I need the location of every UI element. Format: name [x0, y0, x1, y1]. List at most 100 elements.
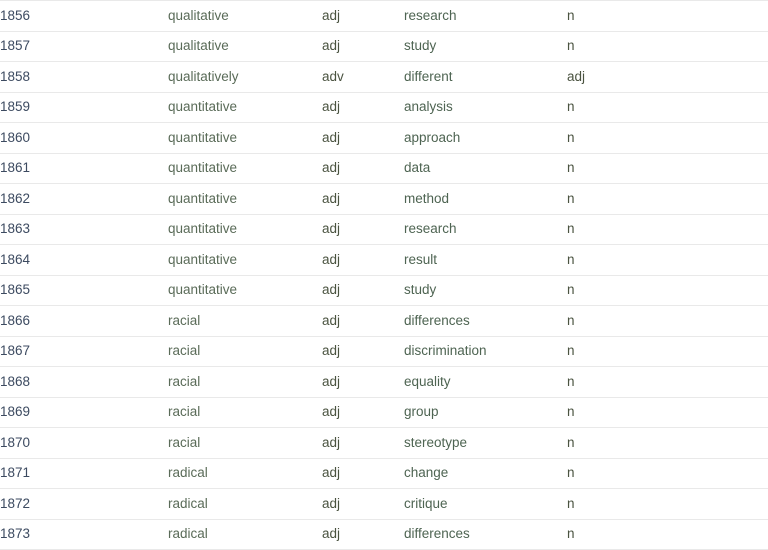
row-index: 1873	[0, 519, 168, 550]
collocate-word: differences	[404, 519, 567, 550]
collocate-word: method	[404, 183, 567, 215]
table-row[interactable]: 1859 quantitative adj analysis n	[0, 92, 768, 123]
collocate-pos: n	[567, 214, 768, 245]
table-row[interactable]: 1861 quantitative adj data n	[0, 153, 768, 184]
table-row[interactable]: 1871 radical adj change n	[0, 458, 768, 489]
collocate-pos: n	[567, 427, 768, 459]
node-pos: adj	[322, 397, 404, 428]
collocate-word: group	[404, 397, 567, 428]
node-word: radical	[168, 458, 322, 489]
node-word: quantitative	[168, 153, 322, 184]
collocate-pos: n	[567, 31, 768, 62]
collocate-word: differences	[404, 305, 567, 337]
collocate-word: study	[404, 275, 567, 306]
node-pos: adj	[322, 214, 404, 245]
collocate-pos: n	[567, 244, 768, 276]
row-index: 1859	[0, 92, 168, 123]
node-word: qualitative	[168, 31, 322, 62]
collocate-pos: n	[567, 366, 768, 398]
table-row[interactable]: 1864 quantitative adj result n	[0, 244, 768, 276]
node-pos: adj	[322, 92, 404, 123]
table-row[interactable]: 1860 quantitative adj approach n	[0, 122, 768, 154]
node-pos: adj	[322, 488, 404, 520]
node-pos: adj	[322, 31, 404, 62]
table-row[interactable]: 1858 qualitatively adv different adj	[0, 61, 768, 93]
node-pos: adj	[322, 366, 404, 398]
node-pos: adj	[322, 305, 404, 337]
row-index: 1864	[0, 244, 168, 276]
collocate-word: discrimination	[404, 336, 567, 367]
collocate-pos: n	[567, 397, 768, 428]
collocate-word: different	[404, 61, 567, 93]
collocate-pos: adj	[567, 61, 768, 93]
row-index: 1858	[0, 61, 168, 93]
table-row[interactable]: 1857 qualitative adj study n	[0, 31, 768, 62]
node-pos: adj	[322, 519, 404, 550]
collocate-pos: n	[567, 92, 768, 123]
node-pos: adj	[322, 275, 404, 306]
node-pos: adj	[322, 153, 404, 184]
table-row[interactable]: 1869 racial adj group n	[0, 397, 768, 428]
node-pos: adv	[322, 61, 404, 93]
collocate-pos: n	[567, 519, 768, 550]
collocate-pos: n	[567, 275, 768, 306]
table-row[interactable]: 1866 racial adj differences n	[0, 305, 768, 337]
collocate-word: approach	[404, 122, 567, 154]
collocate-pos: n	[567, 458, 768, 489]
node-word: quantitative	[168, 92, 322, 123]
collocate-pos: n	[567, 305, 768, 337]
node-pos: adj	[322, 427, 404, 459]
row-index: 1872	[0, 488, 168, 520]
row-index: 1860	[0, 122, 168, 154]
collocate-pos: n	[567, 336, 768, 367]
row-index: 1865	[0, 275, 168, 306]
collocate-word: result	[404, 244, 567, 276]
table-row[interactable]: 1863 quantitative adj research n	[0, 214, 768, 245]
node-word: qualitatively	[168, 61, 322, 93]
node-word: quantitative	[168, 244, 322, 276]
node-pos: adj	[322, 458, 404, 489]
node-pos: adj	[322, 244, 404, 276]
row-index: 1863	[0, 214, 168, 245]
table-row[interactable]: 1868 racial adj equality n	[0, 366, 768, 398]
collocate-pos: n	[567, 122, 768, 154]
table-row[interactable]: 1867 racial adj discrimination n	[0, 336, 768, 367]
node-pos: adj	[322, 183, 404, 215]
collocate-word: stereotype	[404, 427, 567, 459]
row-index: 1869	[0, 397, 168, 428]
row-index: 1857	[0, 31, 168, 62]
node-word: racial	[168, 336, 322, 367]
collocate-word: study	[404, 31, 567, 62]
node-word: quantitative	[168, 275, 322, 306]
row-index: 1870	[0, 427, 168, 459]
table-row[interactable]: 1870 racial adj stereotype n	[0, 427, 768, 459]
table-row[interactable]: 1862 quantitative adj method n	[0, 183, 768, 215]
node-word: quantitative	[168, 122, 322, 154]
collocate-word: research	[404, 0, 567, 32]
node-word: qualitative	[168, 0, 322, 32]
node-word: racial	[168, 427, 322, 459]
node-pos: adj	[322, 122, 404, 154]
collocate-word: analysis	[404, 92, 567, 123]
collocate-word: equality	[404, 366, 567, 398]
collocation-table: 1856 qualitative adj research n 1857 qualitati…	[0, 0, 768, 550]
node-word: racial	[168, 366, 322, 398]
row-index: 1871	[0, 458, 168, 489]
node-word: racial	[168, 305, 322, 337]
table-row[interactable]: 1865 quantitative adj study n	[0, 275, 768, 306]
node-word: racial	[168, 397, 322, 428]
row-index: 1856	[0, 0, 168, 32]
table-row[interactable]: 1856 qualitative adj research n	[0, 0, 768, 32]
node-word: quantitative	[168, 183, 322, 215]
table-row[interactable]: 1872 radical adj critique n	[0, 488, 768, 520]
collocate-pos: n	[567, 488, 768, 520]
collocate-word: critique	[404, 488, 567, 520]
collocate-pos: n	[567, 183, 768, 215]
node-pos: adj	[322, 0, 404, 32]
table-row[interactable]: 1873 radical adj differences n	[0, 519, 768, 550]
row-index: 1868	[0, 366, 168, 398]
row-index: 1861	[0, 153, 168, 184]
row-index: 1867	[0, 336, 168, 367]
node-word: quantitative	[168, 214, 322, 245]
collocate-pos: n	[567, 153, 768, 184]
